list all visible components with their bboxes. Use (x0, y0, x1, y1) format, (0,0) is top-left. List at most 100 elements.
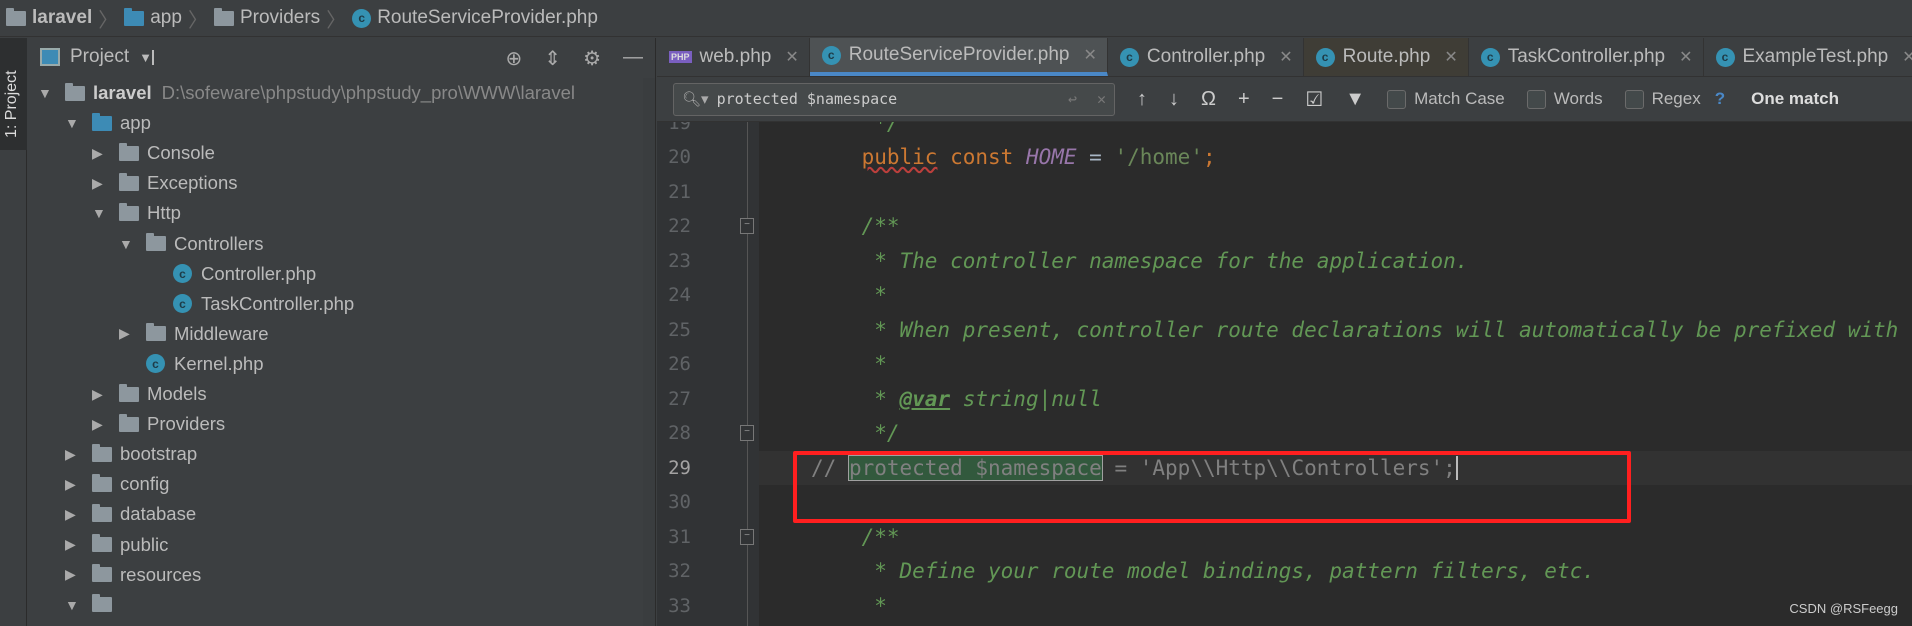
tab-routeserviceprovider[interactable]: c RouteServiceProvider.php ✕ (809, 38, 1108, 76)
chevron-right-icon[interactable]: ▶ (92, 416, 119, 433)
code-line[interactable]: /** (811, 209, 900, 244)
code-line[interactable]: * (811, 347, 887, 382)
code-line[interactable]: /** (811, 520, 900, 555)
collapse-all-icon[interactable]: ⇕ (544, 46, 561, 71)
close-icon[interactable]: ✕ (1084, 45, 1097, 65)
chevron-down-icon[interactable]: ▼ (92, 205, 119, 221)
new-line-icon[interactable]: ↩ (1068, 90, 1077, 108)
chevron-down-icon[interactable]: ▼ (119, 236, 146, 252)
code-line[interactable]: * (811, 278, 887, 313)
code-line[interactable]: */ (811, 122, 899, 140)
tree-item[interactable]: ▶ resources (65, 560, 201, 590)
tree-item[interactable]: ▶ Exceptions (92, 168, 238, 198)
tree-item[interactable]: ▶ Middleware (119, 319, 269, 349)
filter-icon[interactable]: ▼ (1345, 88, 1365, 111)
chevron-down-icon[interactable]: ▼ (65, 597, 92, 613)
chevron-down-icon[interactable]: ▼ (38, 85, 65, 101)
tree-item[interactable]: c Controller.php (146, 259, 316, 289)
project-scrollbar[interactable] (643, 78, 655, 626)
close-icon[interactable]: ✕ (1279, 47, 1292, 67)
tree-item[interactable]: c Kernel.php (119, 349, 263, 379)
breadcrumb-item[interactable]: app (124, 7, 182, 29)
tree-item[interactable]: ▼ (65, 590, 120, 620)
tree-item[interactable]: c TaskController.php (146, 289, 354, 319)
chevron-down-icon[interactable]: ▼ (139, 49, 155, 65)
tree-item[interactable]: ▼ app (65, 108, 151, 138)
chevron-right-icon[interactable]: ▶ (92, 145, 119, 162)
breadcrumb-label[interactable]: app (150, 7, 182, 29)
tree-item[interactable]: ▶ bootstrap (65, 439, 197, 469)
select-all-occurrences-icon[interactable]: Ω (1201, 88, 1216, 111)
tree-item[interactable]: ▼ laravel D:\sofeware\phpstudy\phpstudy_pr… (38, 78, 575, 108)
tab-taskcontroller[interactable]: c TaskController.php ✕ (1469, 38, 1704, 76)
regex-help-icon[interactable]: ? (1715, 89, 1725, 109)
chevron-right-icon[interactable]: ▶ (92, 175, 119, 192)
fold-marker-icon[interactable]: − (740, 528, 754, 545)
words-box[interactable] (1526, 89, 1546, 109)
previous-occurrence-icon[interactable]: ↑ (1137, 88, 1147, 111)
regex-checkbox[interactable]: Regex (1624, 89, 1701, 109)
tree-item[interactable]: ▶ Providers (92, 409, 225, 439)
code-line[interactable]: * When present, controller route declara… (811, 313, 1912, 348)
close-icon[interactable]: ✕ (1444, 47, 1457, 67)
chevron-right-icon[interactable]: ▶ (92, 386, 119, 403)
tab-web[interactable]: PHP web.php ✕ (657, 38, 810, 76)
select-all-icon[interactable]: ☑ (1305, 87, 1323, 112)
chevron-right-icon[interactable]: ▶ (65, 446, 92, 463)
code-line[interactable]: * Define your route model bindings, patt… (811, 554, 1595, 589)
tree-item[interactable]: ▶ public (65, 530, 168, 560)
fold-marker-icon[interactable]: − (740, 218, 754, 235)
breadcrumb-item[interactable]: c RouteServiceProvider.php (352, 7, 598, 29)
project-tool-window-button[interactable]: 1: Project (0, 38, 27, 150)
tree-item[interactable]: ▶ config (65, 469, 169, 499)
tree-item[interactable]: ▶ Console (92, 138, 215, 168)
chevron-right-icon[interactable]: ▶ (65, 536, 92, 553)
words-checkbox[interactable]: Words (1526, 89, 1603, 109)
locate-icon[interactable]: ⊕ (506, 46, 523, 71)
tab-route[interactable]: c Route.php ✕ (1303, 38, 1469, 76)
search-icon[interactable]: 🔍︎▾ (682, 90, 709, 108)
clear-icon[interactable]: ✕ (1097, 90, 1106, 108)
code-editor[interactable]: 19 */ 20 public const HOME = '/home'; 21 22… (657, 122, 1912, 626)
gear-icon[interactable]: ⚙ (583, 46, 601, 71)
tab-controller[interactable]: c Controller.php ✕ (1108, 38, 1304, 76)
close-icon[interactable]: ✕ (1902, 47, 1912, 67)
folder-blue-icon (124, 7, 145, 26)
code-line[interactable]: * (811, 589, 887, 624)
breadcrumb-label[interactable]: RouteServiceProvider.php (377, 7, 598, 29)
chevron-down-icon[interactable]: ▼ (65, 115, 92, 131)
breadcrumb-item[interactable]: Providers (213, 7, 320, 29)
match-case-box[interactable] (1387, 89, 1407, 109)
chevron-right-icon[interactable]: ▶ (65, 566, 92, 583)
tree-item[interactable]: ▶ database (65, 499, 196, 529)
search-input[interactable]: 🔍︎▾ protected $namespace ↩ ✕ (673, 82, 1115, 116)
code-token: '/home' (1114, 145, 1203, 170)
match-case-checkbox[interactable]: Match Case (1387, 89, 1505, 109)
next-occurrence-icon[interactable]: ↓ (1169, 88, 1179, 111)
tab-exampletest[interactable]: c ExampleTest.php ✕ (1704, 38, 1912, 76)
fold-marker-icon[interactable]: − (740, 425, 754, 442)
search-query[interactable]: protected $namespace (717, 90, 898, 108)
close-icon[interactable]: ✕ (1679, 47, 1692, 67)
code-line[interactable]: * The controller namespace for the appli… (811, 244, 1468, 279)
line-number: 31 (668, 525, 691, 548)
code-line[interactable]: * @var string|null (811, 382, 1102, 417)
regex-box[interactable] (1624, 89, 1644, 109)
project-tool-window-label[interactable]: 1: Project (3, 70, 21, 138)
breadcrumb-label[interactable]: Providers (240, 7, 320, 29)
tree-item[interactable]: ▼ Http (92, 198, 181, 228)
close-icon[interactable]: ✕ (785, 47, 798, 67)
chevron-right-icon[interactable]: ▶ (65, 506, 92, 523)
code-line[interactable]: */ (811, 416, 899, 451)
tree-item[interactable]: ▶ Models (92, 379, 207, 409)
chevron-right-icon[interactable]: ▶ (119, 325, 146, 342)
project-view-selector[interactable]: Project (70, 46, 129, 68)
add-occurrence-icon[interactable]: + (1238, 88, 1250, 111)
remove-occurrence-icon[interactable]: − (1272, 88, 1284, 111)
minimize-icon[interactable]: — (623, 46, 643, 71)
code-line[interactable]: public const HOME = '/home'; (811, 140, 1216, 175)
breadcrumb-item[interactable]: laravel (6, 7, 92, 29)
chevron-right-icon[interactable]: ▶ (65, 476, 92, 493)
tree-item[interactable]: ▼ Controllers (119, 229, 263, 259)
breadcrumb-label[interactable]: laravel (32, 7, 92, 29)
